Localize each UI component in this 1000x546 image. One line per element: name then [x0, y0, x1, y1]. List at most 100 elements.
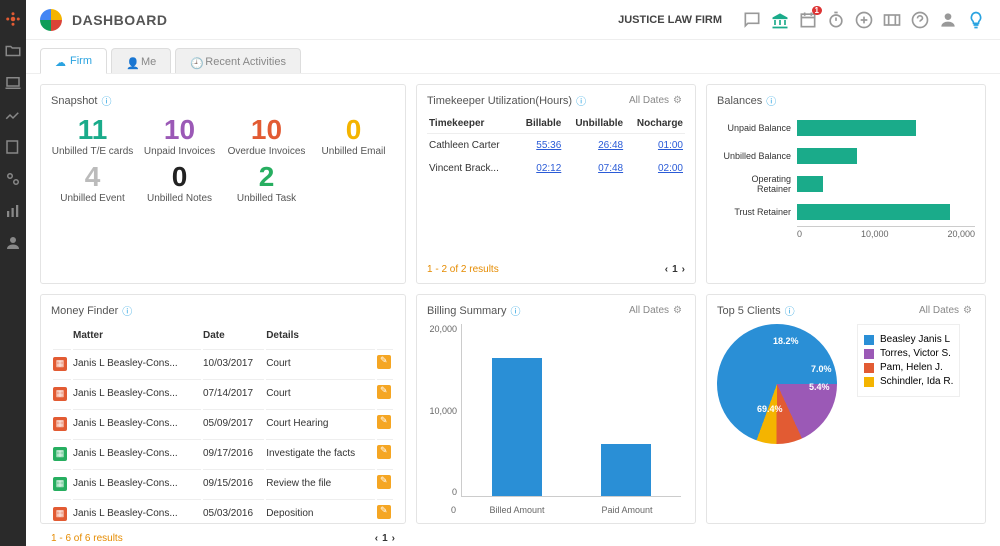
calendar-icon[interactable]: 1 [798, 10, 818, 30]
help-icon[interactable]: ⓘ [785, 303, 795, 318]
snapshot-item[interactable]: 0Unbilled Email [312, 114, 395, 157]
table-row: ▦Janis L Beasley-Cons...05/03/2016Deposi… [53, 499, 393, 527]
cell-matter[interactable]: Janis L Beasley-Cons... [73, 379, 201, 407]
legend-label: Torres, Victor S. [880, 348, 951, 359]
bulb-icon[interactable] [966, 10, 986, 30]
cloud-icon: ☁ [55, 56, 65, 66]
pie-slice-label: 7.0% [811, 364, 832, 374]
table-row: Cathleen Carter55:3626:4801:00 [427, 134, 685, 158]
balance-label: Unbilled Balance [717, 151, 797, 161]
cell-nocharge[interactable]: 02:00 [625, 157, 685, 180]
help-icon[interactable]: ⓘ [576, 93, 586, 108]
col-date: Date [203, 326, 264, 347]
table-row: ▦Janis L Beasley-Cons...07/14/2017Court [53, 379, 393, 407]
money-finder-panel: Money Finderⓘ Matter Date Details ▦Janis… [40, 294, 406, 524]
nav-user-icon[interactable] [4, 234, 22, 252]
edit-icon[interactable] [377, 415, 391, 429]
help-icon[interactable]: ⓘ [766, 93, 776, 108]
gear-icon[interactable]: ⚙ [673, 305, 685, 317]
pie-slice-label: 5.4% [809, 382, 830, 392]
video-icon[interactable] [882, 10, 902, 30]
add-icon[interactable] [854, 10, 874, 30]
cell-unbillable[interactable]: 07:48 [563, 157, 625, 180]
cell-date: 05/03/2016 [203, 499, 264, 527]
table-row: Vincent Brack...02:1207:4802:00 [427, 157, 685, 180]
pager-prev[interactable]: ‹ [665, 264, 668, 275]
snapshot-item[interactable]: 10Overdue Invoices [225, 114, 308, 157]
cell-billable[interactable]: 02:12 [516, 157, 563, 180]
legend-label: Beasley Janis L [880, 334, 950, 345]
col-matter: Matter [73, 326, 201, 347]
gear-icon[interactable]: ⚙ [963, 305, 975, 317]
nav-folder-icon[interactable] [4, 42, 22, 60]
pager-next[interactable]: › [392, 533, 395, 544]
nav-laptop-icon[interactable] [4, 74, 22, 92]
edit-icon[interactable] [377, 475, 391, 489]
calendar-badge: 1 [812, 6, 822, 15]
tab-recent[interactable]: 🕘Recent Activities [175, 48, 301, 74]
snapshot-grid: 11Unbilled T/E cards10Unpaid Invoices10O… [51, 114, 395, 204]
cell-matter[interactable]: Janis L Beasley-Cons... [73, 499, 201, 527]
nav-book-icon[interactable] [4, 138, 22, 156]
help-icon[interactable] [910, 10, 930, 30]
nav-chart-icon[interactable] [4, 106, 22, 124]
cell-billable[interactable]: 55:36 [516, 134, 563, 158]
filter-label[interactable]: All Dates [629, 95, 669, 106]
legend-label: Schindler, Ida R. [880, 376, 953, 387]
money-finder-table: Matter Date Details ▦Janis L Beasley-Con… [51, 324, 395, 529]
help-icon[interactable]: ⓘ [122, 303, 132, 318]
snapshot-item[interactable]: 0Unbilled Notes [138, 161, 221, 204]
legend-swatch [864, 335, 874, 345]
main: DASHBOARD JUSTICE LAW FIRM 1 ☁Firm 👤Me 🕘… [26, 0, 1000, 546]
col-billable: Billable [516, 114, 563, 134]
table-row: ▦Janis L Beasley-Cons...09/17/2016Invest… [53, 439, 393, 467]
nav-settings-icon[interactable] [4, 170, 22, 188]
tab-me[interactable]: 👤Me [111, 48, 171, 74]
filter-label[interactable]: All Dates [919, 305, 959, 316]
edit-icon[interactable] [377, 385, 391, 399]
legend-label: Pam, Helen J. [880, 362, 943, 373]
balance-axis: 010,00020,000 [797, 226, 975, 239]
cell-nocharge[interactable]: 01:00 [625, 134, 685, 158]
snapshot-panel: Snapshotⓘ 11Unbilled T/E cards10Unpaid I… [40, 84, 406, 284]
cell-matter[interactable]: Janis L Beasley-Cons... [73, 409, 201, 437]
table-row: ▦Janis L Beasley-Cons...10/03/2017Court [53, 349, 393, 377]
snapshot-item[interactable]: 11Unbilled T/E cards [51, 114, 134, 157]
edit-icon[interactable] [377, 355, 391, 369]
cell-unbillable[interactable]: 26:48 [563, 134, 625, 158]
tab-label: Firm [70, 55, 92, 67]
tab-firm[interactable]: ☁ Firm [40, 48, 107, 74]
balance-bar: Trust Retainer [717, 198, 975, 226]
pie-slice-label: 18.2% [773, 336, 799, 346]
snapshot-item[interactable]: 2Unbilled Task [225, 161, 308, 204]
snapshot-label: Unbilled Event [51, 193, 134, 204]
calendar-icon: ▦ [53, 417, 67, 431]
col-timekeeper: Timekeeper [427, 114, 516, 134]
cell-matter[interactable]: Janis L Beasley-Cons... [73, 349, 201, 377]
chat-icon[interactable] [742, 10, 762, 30]
snapshot-label: Unbilled Task [225, 193, 308, 204]
bank-icon[interactable] [770, 10, 790, 30]
edit-icon[interactable] [377, 505, 391, 519]
bar [797, 148, 857, 164]
cell-matter[interactable]: Janis L Beasley-Cons... [73, 469, 201, 497]
snapshot-item[interactable]: 4Unbilled Event [51, 161, 134, 204]
legend-item: Beasley Janis L [864, 334, 953, 345]
filter-label[interactable]: All Dates [629, 305, 669, 316]
balance-label: Unpaid Balance [717, 123, 797, 133]
nav-reports-icon[interactable] [4, 202, 22, 220]
balance-bar: Unpaid Balance [717, 114, 975, 142]
timer-icon[interactable] [826, 10, 846, 30]
legend-item: Schindler, Ida R. [864, 376, 953, 387]
profile-icon[interactable] [938, 10, 958, 30]
cell-matter[interactable]: Janis L Beasley-Cons... [73, 439, 201, 467]
pager-next[interactable]: › [682, 264, 685, 275]
edit-icon[interactable] [377, 445, 391, 459]
help-icon[interactable]: ⓘ [510, 303, 520, 318]
snapshot-value: 0 [138, 161, 221, 193]
snapshot-item[interactable]: 10Unpaid Invoices [138, 114, 221, 157]
gear-icon[interactable]: ⚙ [673, 95, 685, 107]
pager-prev[interactable]: ‹ [375, 533, 378, 544]
nav-dashboard-icon[interactable] [4, 10, 22, 28]
help-icon[interactable]: ⓘ [101, 93, 111, 108]
